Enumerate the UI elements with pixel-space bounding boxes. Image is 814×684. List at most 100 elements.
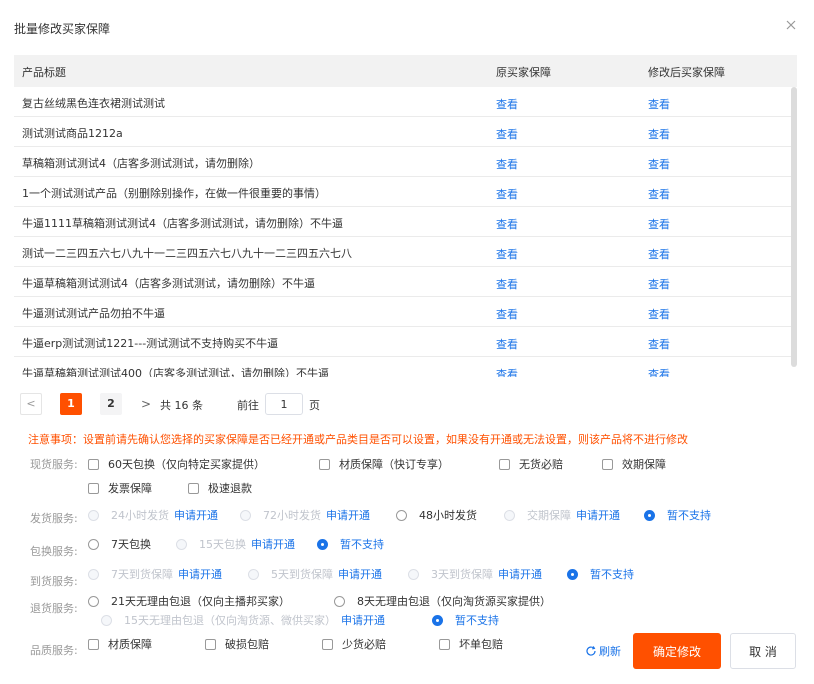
view-original-link[interactable]: 查看 xyxy=(496,216,518,232)
shipping-option-unsupported[interactable]: 暂不支持 xyxy=(644,507,711,523)
radio-selected[interactable] xyxy=(567,568,578,580)
checkbox[interactable] xyxy=(319,458,330,470)
table-header: 产品标题 原买家保障 修改后买家保障 xyxy=(14,55,797,87)
stock-option-nostock[interactable]: 无货必赔 xyxy=(499,456,563,472)
stock-option-expiry[interactable]: 效期保障 xyxy=(602,456,666,472)
page-2-button[interactable]: 2 xyxy=(100,393,122,415)
row-title: 牛逼erp测试测试1221---测试测试不支持购买不牛逼 xyxy=(22,337,279,350)
return-option-15day[interactable]: 15天无理由包退（仅向淘货源、微供买家） 申请开通 xyxy=(101,612,385,628)
row-title: 牛逼1111草稿箱测试测试4（店客多测试测试，请勿删除）不牛逼 xyxy=(22,217,343,230)
stock-option-invoice[interactable]: 发票保障 xyxy=(88,480,152,496)
view-original-link[interactable]: 查看 xyxy=(496,276,518,292)
table-row: 测试测试商品1212a 查看 查看 xyxy=(14,117,797,147)
shipping-option-24h[interactable]: 24小时发货 申请开通 xyxy=(88,507,218,523)
apply-link[interactable]: 申请开通 xyxy=(326,507,370,523)
radio[interactable] xyxy=(88,538,99,550)
header-original: 原买家保障 xyxy=(496,66,551,79)
view-modified-link[interactable]: 查看 xyxy=(648,306,670,322)
radio[interactable] xyxy=(504,509,515,521)
view-modified-link[interactable]: 查看 xyxy=(648,336,670,352)
radio[interactable] xyxy=(88,568,99,580)
next-page-button[interactable]: > xyxy=(138,393,154,415)
apply-link[interactable]: 申请开通 xyxy=(338,566,382,582)
view-original-link[interactable]: 查看 xyxy=(496,306,518,322)
products-table: 产品标题 原买家保障 修改后买家保障 复古丝绒黑色连衣裙测试测试 查看 查看 测… xyxy=(14,55,797,377)
view-original-link[interactable]: 查看 xyxy=(496,96,518,112)
radio[interactable] xyxy=(248,568,259,580)
view-modified-link[interactable]: 查看 xyxy=(648,156,670,172)
refresh-button[interactable]: 刷新 xyxy=(585,643,621,659)
close-icon[interactable] xyxy=(784,18,798,32)
stock-option-60day[interactable]: 60天包换（仅向特定买家提供） xyxy=(88,456,265,472)
goto-page-input[interactable] xyxy=(265,393,303,415)
view-original-link[interactable]: 查看 xyxy=(496,246,518,262)
table-row: 牛逼1111草稿箱测试测试4（店客多测试测试，请勿删除）不牛逼 查看 查看 xyxy=(14,207,797,237)
table-row: 1一个测试测试产品（别删除别操作，在做一件很重要的事情） 查看 查看 xyxy=(14,177,797,207)
shipping-option-delivery[interactable]: 交期保障 申请开通 xyxy=(504,507,620,523)
view-original-link[interactable]: 查看 xyxy=(496,366,518,377)
checkbox[interactable] xyxy=(602,458,613,470)
return-option-8day[interactable]: 8天无理由包退（仅向淘货源买家提供） xyxy=(334,593,551,609)
arrival-option-unsupported[interactable]: 暂不支持 xyxy=(567,566,634,582)
view-original-link[interactable]: 查看 xyxy=(496,336,518,352)
radio-selected[interactable] xyxy=(644,509,655,521)
apply-link[interactable]: 申请开通 xyxy=(178,566,222,582)
shipping-option-72h[interactable]: 72小时发货 申请开通 xyxy=(240,507,370,523)
arrival-option-5day[interactable]: 5天到货保障 申请开通 xyxy=(248,566,382,582)
stock-option-refund[interactable]: 极速退款 xyxy=(188,480,252,496)
view-modified-link[interactable]: 查看 xyxy=(648,126,670,142)
radio[interactable] xyxy=(240,509,251,521)
radio[interactable] xyxy=(88,509,99,521)
return-option-unsupported[interactable]: 暂不支持 xyxy=(432,612,499,628)
radio-selected[interactable] xyxy=(317,538,328,550)
confirm-button[interactable]: 确定修改 xyxy=(633,633,721,669)
apply-link[interactable]: 申请开通 xyxy=(174,507,218,523)
scrollbar-thumb[interactable] xyxy=(791,87,797,367)
radio[interactable] xyxy=(88,595,99,607)
apply-link[interactable]: 申请开通 xyxy=(251,536,295,552)
page-1-button[interactable]: 1 xyxy=(60,393,82,415)
arrival-option-3day[interactable]: 3天到货保障 申请开通 xyxy=(408,566,542,582)
exchange-service-label: 包换服务: xyxy=(30,545,78,558)
radio[interactable] xyxy=(334,595,345,607)
radio[interactable] xyxy=(101,614,112,626)
radio[interactable] xyxy=(408,568,419,580)
view-original-link[interactable]: 查看 xyxy=(496,126,518,142)
table-scrollbar[interactable] xyxy=(791,87,797,377)
view-modified-link[interactable]: 查看 xyxy=(648,216,670,232)
arrival-service-label: 到货服务: xyxy=(30,575,78,588)
return-service-label: 退货服务: xyxy=(30,602,78,615)
checkbox[interactable] xyxy=(88,482,99,494)
table-row: 牛逼草稿箱测试测试4（店客多测试测试，请勿删除）不牛逼 查看 查看 xyxy=(14,267,797,297)
radio[interactable] xyxy=(176,538,187,550)
row-title: 牛逼测试测试产品勿拍不牛逼 xyxy=(22,307,165,320)
view-modified-link[interactable]: 查看 xyxy=(648,366,670,377)
view-original-link[interactable]: 查看 xyxy=(496,186,518,202)
return-option-21day[interactable]: 21天无理由包退（仅向主播邦买家） xyxy=(88,593,290,609)
shipping-option-48h[interactable]: 48小时发货 xyxy=(396,507,477,523)
radio[interactable] xyxy=(396,509,407,521)
checkbox[interactable] xyxy=(188,482,199,494)
arrival-option-7day[interactable]: 7天到货保障 申请开通 xyxy=(88,566,222,582)
apply-link[interactable]: 申请开通 xyxy=(576,507,620,523)
view-original-link[interactable]: 查看 xyxy=(496,156,518,172)
stock-option-material[interactable]: 材质保障（快订专享） xyxy=(319,456,449,472)
exchange-option-unsupported[interactable]: 暂不支持 xyxy=(317,536,384,552)
apply-link[interactable]: 申请开通 xyxy=(498,566,542,582)
prev-page-button[interactable]: < xyxy=(20,393,42,415)
apply-link[interactable]: 申请开通 xyxy=(341,612,385,628)
exchange-option-15day[interactable]: 15天包换 申请开通 xyxy=(176,536,295,552)
cancel-button[interactable]: 取 消 xyxy=(730,633,796,669)
view-modified-link[interactable]: 查看 xyxy=(648,276,670,292)
view-modified-link[interactable]: 查看 xyxy=(648,246,670,262)
table-row: 牛逼erp测试测试1221---测试测试不支持购买不牛逼 查看 查看 xyxy=(14,327,797,357)
table-row: 草稿箱测试测试4（店客多测试测试，请勿删除） 查看 查看 xyxy=(14,147,797,177)
radio-selected[interactable] xyxy=(432,614,443,626)
checkbox[interactable] xyxy=(499,458,510,470)
row-title: 测试测试商品1212a xyxy=(22,127,123,140)
view-modified-link[interactable]: 查看 xyxy=(648,96,670,112)
exchange-option-7day[interactable]: 7天包换 xyxy=(88,536,151,552)
shipping-service-label: 发货服务: xyxy=(30,512,78,525)
view-modified-link[interactable]: 查看 xyxy=(648,186,670,202)
checkbox[interactable] xyxy=(88,458,99,470)
